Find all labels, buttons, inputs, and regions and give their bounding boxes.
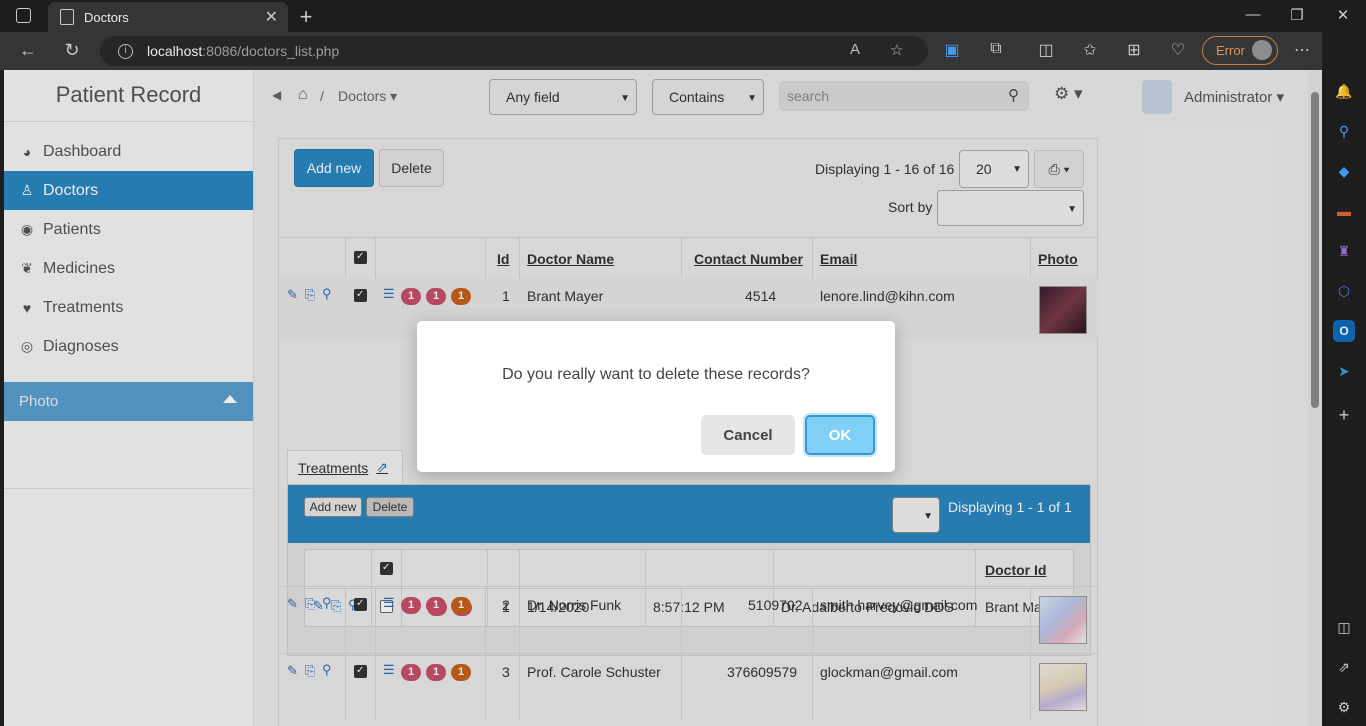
ok-button[interactable]: OK xyxy=(805,415,875,455)
cancel-button[interactable]: Cancel xyxy=(701,415,795,455)
confirm-message: Do you really want to delete these recor… xyxy=(502,366,810,383)
confirm-delete-dialog: Do you really want to delete these recor… xyxy=(417,321,895,472)
